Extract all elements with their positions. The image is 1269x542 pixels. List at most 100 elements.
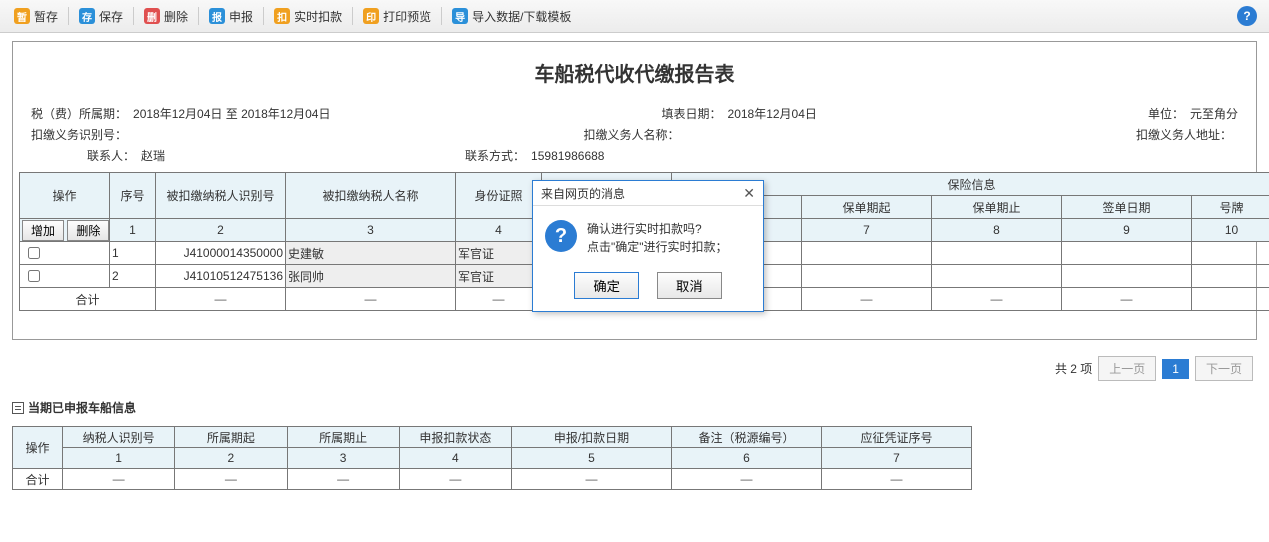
next-page-button[interactable]: 下一页 (1195, 356, 1253, 381)
cell-idtype: 军官证 (456, 265, 542, 288)
pager-count: 共 2 项 (1055, 360, 1092, 377)
th-seq: 序号 (110, 173, 156, 219)
contact-value: 赵瑞 (141, 147, 165, 164)
idx2: 5 (512, 448, 672, 469)
idx-cell: 4 (456, 219, 542, 242)
idx2: 6 (672, 448, 822, 469)
list-icon (12, 402, 24, 414)
toolbar-delete[interactable]: 删删除 (138, 8, 194, 25)
dash-cell: — (802, 288, 932, 311)
th-op: 操作 (20, 173, 110, 219)
th2-c3: 所属期止 (287, 427, 399, 448)
phone-value: 15981986688 (531, 149, 604, 163)
idx-cell: 7 (802, 219, 932, 242)
th-ins4: 签单日期 (1062, 196, 1192, 219)
cancel-button[interactable]: 取消 (657, 272, 722, 299)
question-icon: ? (545, 220, 577, 252)
deduct-icon: 扣 (274, 8, 290, 24)
toolbar-label: 申报 (229, 8, 253, 25)
filldate-label: 填表日期： (662, 105, 722, 122)
dash-cell: — (287, 469, 399, 490)
period-value: 2018年12月04日 至 2018年12月04日 (133, 105, 330, 122)
filldate-value: 2018年12月04日 (728, 105, 817, 122)
dash-cell: — (822, 469, 972, 490)
dash-cell: — (672, 469, 822, 490)
total-row: 合计 — — — — — — — (13, 469, 972, 490)
total-label: 合计 (20, 288, 156, 311)
meta-row: 联系人：赵瑞 联系方式：15981986688 (19, 147, 1250, 164)
declared-table: 操作 纳税人识别号 所属期起 所属期止 申报扣款状态 申报/扣款日期 备注（税源… (12, 426, 972, 490)
delete-icon: 删 (144, 8, 160, 24)
agentname-label: 扣缴义务人名称： (583, 126, 679, 143)
help-icon[interactable]: ? (1237, 6, 1257, 26)
th2-c1: 纳税人识别号 (63, 427, 175, 448)
print-icon: 印 (363, 8, 379, 24)
horizontal-scrollbar[interactable] (19, 313, 1250, 329)
toolbar-print[interactable]: 印打印预览 (357, 8, 437, 25)
idx-cell: 3 (286, 219, 456, 242)
th2-c5: 申报/扣款日期 (512, 427, 672, 448)
th2-c4: 申报扣款状态 (399, 427, 511, 448)
th2-c7: 应征凭证序号 (822, 427, 972, 448)
agentid-label: 扣缴义务识别号： (31, 126, 127, 143)
idx2: 3 (287, 448, 399, 469)
dash-cell: — (156, 288, 286, 311)
page-number[interactable]: 1 (1162, 359, 1189, 379)
section2-title: 当期已申报车船信息 (12, 399, 1257, 416)
idx2: 1 (63, 448, 175, 469)
dash-cell: — (512, 469, 672, 490)
cell-idtype: 军官证 (456, 242, 542, 265)
toolbar-save[interactable]: 存保存 (73, 8, 129, 25)
dialog-line1: 确认进行实时扣款吗? (587, 220, 728, 238)
toolbar-label: 打印预览 (383, 8, 431, 25)
dialog-line2: 点击"确定"进行实时扣款； (587, 238, 728, 256)
dialog-title: 来自网页的消息 (541, 185, 625, 202)
dash-cell: — (175, 469, 287, 490)
row-checkbox[interactable] (28, 247, 40, 259)
add-button[interactable]: 增加 (22, 220, 64, 241)
unit-value: 元至角分 (1190, 105, 1238, 122)
idx-cell: 8 (932, 219, 1062, 242)
idx-cell: 2 (156, 219, 286, 242)
toolbar-label: 实时扣款 (294, 8, 342, 25)
row-checkbox[interactable] (28, 270, 40, 282)
th-ins2: 保单期起 (802, 196, 932, 219)
dash-cell: — (286, 288, 456, 311)
idx2: 2 (175, 448, 287, 469)
meta-row: 扣缴义务识别号： 扣缴义务人名称： 扣缴义务人地址： (19, 126, 1250, 143)
toolbar-deduct[interactable]: 扣实时扣款 (268, 8, 348, 25)
tempsave-icon: 暂 (14, 8, 30, 24)
idx-cell: 9 (1062, 219, 1192, 242)
dash-cell: — (399, 469, 511, 490)
dash-cell: — (63, 469, 175, 490)
dash-cell: — (932, 288, 1062, 311)
toolbar-declare[interactable]: 报申报 (203, 8, 259, 25)
toolbar-label: 删除 (164, 8, 188, 25)
close-icon[interactable]: ✕ (743, 185, 755, 202)
unit-label: 单位： (1148, 105, 1184, 122)
toolbar-import[interactable]: 导导入数据/下载模板 (446, 8, 577, 25)
cell-taxid: J41010512475136 (156, 265, 286, 288)
th-ins5: 号牌 (1192, 196, 1269, 219)
prev-page-button[interactable]: 上一页 (1098, 356, 1156, 381)
toolbar-tempsave[interactable]: 暂暂存 (8, 8, 64, 25)
idx2: 7 (822, 448, 972, 469)
toolbar-label: 导入数据/下载模板 (472, 8, 571, 25)
confirm-dialog: 来自网页的消息 ✕ ? 确认进行实时扣款吗? 点击"确定"进行实时扣款； 确定 … (532, 180, 764, 312)
cell-name: 史建敏 (286, 242, 456, 265)
declare-icon: 报 (209, 8, 225, 24)
section2-title-text: 当期已申报车船信息 (28, 399, 136, 416)
pager: 共 2 项 上一页 1 下一页 (16, 356, 1253, 381)
import-icon: 导 (452, 8, 468, 24)
cell-name: 张同帅 (286, 265, 456, 288)
toolbar-label: 暂存 (34, 8, 58, 25)
dash-cell: — (456, 288, 542, 311)
cell-seq: 2 (110, 265, 156, 288)
save-icon: 存 (79, 8, 95, 24)
th-idxrow: 增加 删除 (20, 219, 110, 242)
idx-cell: 10 (1192, 219, 1269, 242)
th-ins3: 保单期止 (932, 196, 1062, 219)
period-label: 税（费）所属期： (31, 105, 127, 122)
ok-button[interactable]: 确定 (574, 272, 639, 299)
del-button[interactable]: 删除 (67, 220, 109, 241)
